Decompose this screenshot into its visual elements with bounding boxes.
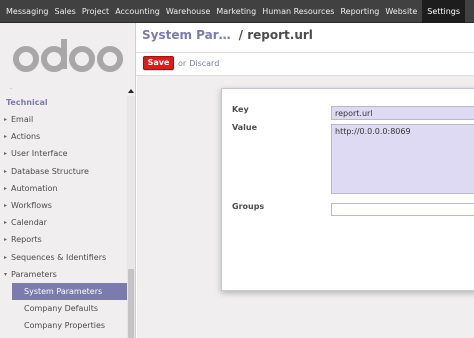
menu-project[interactable]: Project bbox=[79, 0, 112, 23]
sidebar-item-sequences[interactable]: ▸ Sequences & Identifiers bbox=[0, 249, 127, 266]
sidebar-item-actions[interactable]: ▸ Actions bbox=[0, 128, 127, 145]
scroll-up-arrow-icon[interactable] bbox=[127, 87, 135, 95]
groups-field[interactable] bbox=[331, 203, 474, 216]
sidebar: odoo · Technical ▸ Email ▸ Actions ▸ User I… bbox=[0, 23, 136, 338]
caret-right-icon: ▸ bbox=[4, 219, 8, 227]
menu-website[interactable]: Website bbox=[382, 0, 420, 23]
caret-right-icon: ▸ bbox=[4, 167, 8, 175]
form-sheet: Key report.url Value http://0.0.0.0:8069… bbox=[221, 88, 474, 291]
groups-label: Groups bbox=[232, 202, 265, 211]
sidebar-item-label: Parameters bbox=[11, 269, 57, 279]
header-divider bbox=[136, 52, 474, 53]
or-text: or bbox=[178, 58, 187, 68]
value-label: Value bbox=[232, 123, 258, 132]
discard-link[interactable]: Discard bbox=[189, 59, 219, 68]
sidebar-item-parameters[interactable]: ▾ Parameters bbox=[0, 266, 127, 283]
menu-marketing[interactable]: Marketing bbox=[213, 0, 259, 23]
key-field[interactable]: report.url bbox=[331, 106, 474, 120]
caret-right-icon: ▸ bbox=[4, 201, 8, 209]
menu-sales[interactable]: Sales bbox=[52, 0, 79, 23]
key-label: Key bbox=[232, 105, 249, 114]
caret-right-icon: ▸ bbox=[4, 150, 8, 158]
sidebar-item-label: Reports bbox=[11, 235, 42, 245]
sidebar-item-database-structure[interactable]: ▸ Database Structure bbox=[0, 163, 127, 180]
form-buttons: Save or Discard bbox=[143, 56, 219, 70]
sidebar-item-label: Automation bbox=[11, 183, 58, 193]
sidebar-nav: ▸ Email ▸ Actions ▸ User Interface ▸ Databas… bbox=[0, 111, 127, 334]
sidebar-subitem-company-properties[interactable]: Company Properties bbox=[12, 317, 127, 334]
value-textarea[interactable]: http://0.0.0.0:8069 bbox=[331, 124, 474, 194]
sidebar-item-label: Calendar bbox=[11, 218, 47, 228]
sidebar-item-label: Actions bbox=[11, 132, 41, 142]
sidebar-item-email[interactable]: ▸ Email bbox=[0, 111, 127, 128]
menu-reporting[interactable]: Reporting bbox=[337, 0, 382, 23]
caret-right-icon: ▸ bbox=[4, 116, 8, 123]
sidebar-item-label: Database Structure bbox=[11, 166, 89, 176]
sidebar-item-reports[interactable]: ▸ Reports bbox=[0, 231, 127, 248]
sidebar-item-label: Email bbox=[11, 115, 34, 124]
sidebar-item-label: User Interface bbox=[11, 149, 68, 159]
menu-messaging[interactable]: Messaging bbox=[3, 0, 52, 23]
caret-down-icon: ▾ bbox=[4, 270, 8, 278]
sidebar-scrollbar-thumb[interactable] bbox=[128, 269, 134, 338]
menu-warehouse[interactable]: Warehouse bbox=[163, 0, 213, 23]
caret-right-icon: ▸ bbox=[4, 184, 8, 192]
save-button[interactable]: Save bbox=[143, 56, 174, 70]
menu-settings[interactable]: Settings bbox=[422, 0, 466, 23]
caret-right-icon: ▸ bbox=[4, 133, 8, 141]
section-technical: Technical bbox=[6, 98, 48, 107]
scroll-indicator-dots: · bbox=[10, 86, 12, 93]
sidebar-subitem-company-defaults[interactable]: Company Defaults bbox=[12, 300, 127, 317]
menu-accounting[interactable]: Accounting bbox=[112, 0, 163, 23]
breadcrumb-parent-link[interactable]: System Par… bbox=[142, 28, 231, 42]
sidebar-item-label: Workflows bbox=[11, 200, 52, 210]
breadcrumb: System Par… / report.url bbox=[142, 28, 313, 42]
sidebar-item-label: Sequences & Identifiers bbox=[11, 252, 107, 262]
caret-right-icon: ▸ bbox=[4, 253, 8, 261]
sidebar-item-workflows[interactable]: ▸ Workflows bbox=[0, 197, 127, 214]
sidebar-subitem-system-parameters[interactable]: System Parameters bbox=[12, 282, 127, 300]
sidebar-item-automation[interactable]: ▸ Automation bbox=[0, 180, 127, 197]
odoo-logo[interactable]: odoo bbox=[12, 35, 124, 77]
sidebar-item-user-interface[interactable]: ▸ User Interface bbox=[0, 145, 127, 162]
caret-right-icon: ▸ bbox=[4, 236, 8, 244]
breadcrumb-current: / report.url bbox=[238, 28, 313, 42]
menu-human-resources[interactable]: Human Resources bbox=[259, 0, 337, 23]
top-menu-bar: Messaging Sales Project Accounting Wareh… bbox=[0, 0, 474, 23]
sidebar-item-calendar[interactable]: ▸ Calendar bbox=[0, 214, 127, 231]
